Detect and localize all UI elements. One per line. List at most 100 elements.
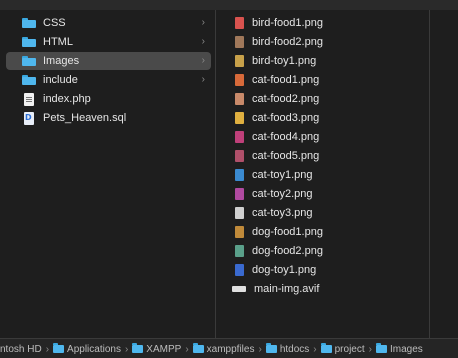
image-thumbnail-icon bbox=[235, 226, 244, 238]
file-item[interactable]: dog-food2.png bbox=[222, 242, 427, 260]
path-bar: ntosh HD › Applications › XAMPP › xamppf… bbox=[0, 338, 458, 358]
item-label: dog-toy1.png bbox=[252, 264, 317, 276]
image-thumbnail-icon bbox=[235, 93, 244, 105]
crumb-htdocs[interactable]: htdocs bbox=[265, 343, 310, 355]
image-thumbnail-icon bbox=[235, 150, 244, 162]
crumb-images[interactable]: Images bbox=[375, 343, 423, 355]
image-thumbnail-icon bbox=[235, 188, 244, 200]
crumb-label: xamppfiles bbox=[206, 343, 255, 355]
folder-icon bbox=[132, 343, 144, 353]
column-browser: CSS › HTML › Images › include › index.ph… bbox=[0, 10, 458, 338]
chevron-right-icon: › bbox=[201, 55, 205, 66]
avif-file-icon bbox=[232, 286, 246, 292]
folder-icon bbox=[265, 343, 277, 353]
folder-item-include[interactable]: include › bbox=[6, 71, 211, 89]
file-item[interactable]: dog-toy1.png bbox=[222, 261, 427, 279]
item-label: dog-food1.png bbox=[252, 226, 323, 238]
file-item[interactable]: cat-food3.png bbox=[222, 109, 427, 127]
file-item[interactable]: dog-food1.png bbox=[222, 223, 427, 241]
item-label: dog-food2.png bbox=[252, 245, 323, 257]
image-thumbnail-icon bbox=[235, 55, 244, 67]
crumb-applications[interactable]: Applications bbox=[53, 343, 121, 355]
file-item-pets-heaven-sql[interactable]: Pets_Heaven.sql bbox=[6, 109, 211, 127]
item-label: bird-food1.png bbox=[252, 17, 323, 29]
folder-item-images[interactable]: Images › bbox=[6, 52, 211, 70]
item-label: bird-toy1.png bbox=[252, 55, 317, 67]
file-item[interactable]: bird-food1.png bbox=[222, 14, 427, 32]
image-thumbnail-icon bbox=[235, 169, 244, 181]
folder-icon bbox=[22, 56, 36, 66]
crumb-label: project bbox=[334, 343, 365, 355]
item-label: cat-food2.png bbox=[252, 93, 320, 105]
image-thumbnail-icon bbox=[235, 17, 244, 29]
crumb-separator: › bbox=[258, 343, 262, 355]
file-item[interactable]: bird-toy1.png bbox=[222, 52, 427, 70]
image-thumbnail-icon bbox=[235, 74, 244, 86]
folder-item-css[interactable]: CSS › bbox=[6, 14, 211, 32]
file-item[interactable]: cat-food2.png bbox=[222, 90, 427, 108]
image-thumbnail-icon bbox=[235, 207, 244, 219]
crumb-separator: › bbox=[124, 343, 129, 355]
crumb-xamppfiles[interactable]: xamppfiles bbox=[192, 343, 255, 355]
crumb-label: Applications bbox=[67, 343, 121, 355]
item-label: CSS bbox=[43, 17, 66, 29]
item-label: cat-toy1.png bbox=[252, 169, 313, 181]
folder-icon bbox=[22, 37, 36, 47]
folder-item-html[interactable]: HTML › bbox=[6, 33, 211, 51]
column-project[interactable]: CSS › HTML › Images › include › index.ph… bbox=[0, 10, 216, 338]
item-label: main-img.avif bbox=[254, 283, 320, 295]
item-label: cat-food5.png bbox=[252, 150, 320, 162]
chevron-right-icon: › bbox=[201, 74, 205, 85]
crumb-xampp[interactable]: XAMPP bbox=[132, 343, 182, 355]
file-item[interactable]: cat-toy3.png bbox=[222, 204, 427, 222]
column-images[interactable]: bird-food1.png bird-food2.png bird-toy1.… bbox=[216, 10, 430, 338]
crumb-disk[interactable]: ntosh HD bbox=[0, 344, 42, 355]
sql-file-icon bbox=[24, 111, 34, 125]
column-empty bbox=[430, 10, 458, 338]
folder-icon bbox=[192, 343, 204, 353]
image-thumbnail-icon bbox=[235, 112, 244, 124]
crumb-separator: › bbox=[368, 343, 372, 355]
item-label: Images bbox=[43, 55, 80, 67]
folder-icon bbox=[22, 75, 36, 85]
folder-icon bbox=[320, 343, 332, 353]
crumb-label: htdocs bbox=[279, 343, 310, 355]
item-label: bird-food2.png bbox=[252, 36, 323, 48]
php-file-icon bbox=[24, 92, 34, 106]
folder-icon bbox=[22, 18, 36, 28]
item-label: cat-food4.png bbox=[252, 131, 320, 143]
chevron-right-icon: › bbox=[201, 17, 205, 28]
item-label: Pets_Heaven.sql bbox=[43, 112, 127, 124]
chevron-right-icon: › bbox=[201, 36, 205, 47]
folder-icon bbox=[375, 343, 387, 353]
toolbar-strip bbox=[0, 0, 458, 10]
crumb-label: Images bbox=[389, 343, 423, 355]
item-label: cat-food1.png bbox=[252, 74, 320, 86]
file-item[interactable]: cat-toy2.png bbox=[222, 185, 427, 203]
crumb-separator: › bbox=[185, 343, 189, 355]
finder-window: CSS › HTML › Images › include › index.ph… bbox=[0, 0, 458, 358]
folder-icon bbox=[53, 343, 65, 353]
crumb-separator: › bbox=[313, 343, 317, 355]
item-label: cat-toy2.png bbox=[252, 188, 313, 200]
crumb-label: ntosh HD bbox=[0, 343, 42, 355]
file-item[interactable]: bird-food2.png bbox=[222, 33, 427, 51]
file-item[interactable]: cat-food1.png bbox=[222, 71, 427, 89]
item-label: cat-toy3.png bbox=[252, 207, 313, 219]
crumb-project[interactable]: project bbox=[320, 343, 365, 355]
image-thumbnail-icon bbox=[235, 264, 244, 276]
file-item[interactable]: main-img.avif bbox=[222, 280, 427, 298]
item-label: index.php bbox=[43, 93, 91, 105]
file-item-index-php[interactable]: index.php bbox=[6, 90, 211, 108]
item-label: include bbox=[43, 74, 78, 86]
crumb-separator: › bbox=[45, 343, 50, 355]
file-item[interactable]: cat-food5.png bbox=[222, 147, 427, 165]
item-label: HTML bbox=[43, 36, 73, 48]
image-thumbnail-icon bbox=[235, 36, 244, 48]
item-label: cat-food3.png bbox=[252, 112, 320, 124]
image-thumbnail-icon bbox=[235, 245, 244, 257]
image-thumbnail-icon bbox=[235, 131, 244, 143]
file-item[interactable]: cat-toy1.png bbox=[222, 166, 427, 184]
crumb-label: XAMPP bbox=[146, 343, 182, 355]
file-item[interactable]: cat-food4.png bbox=[222, 128, 427, 146]
